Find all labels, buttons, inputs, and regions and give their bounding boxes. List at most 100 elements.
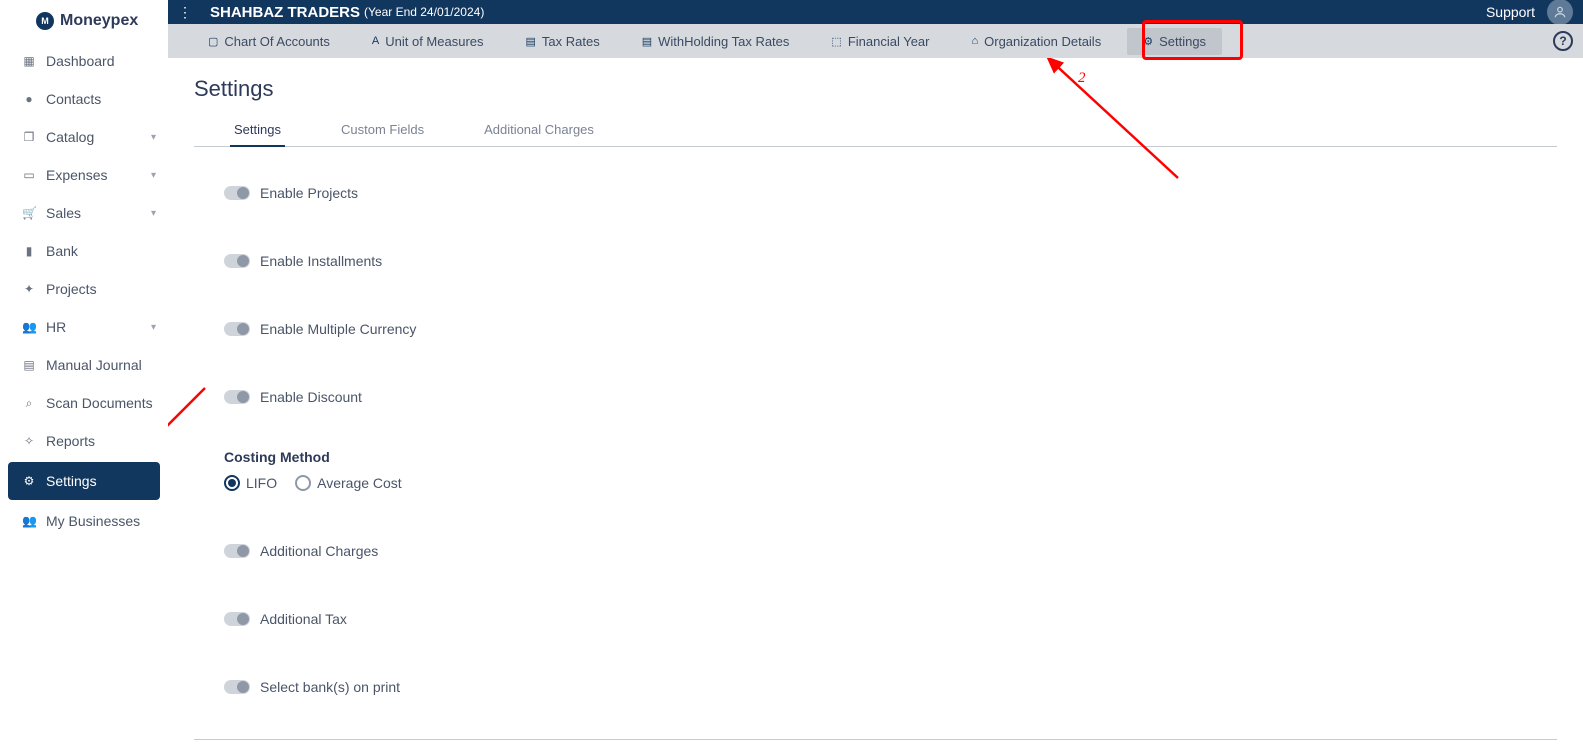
kebab-menu-icon[interactable]: ⋮ bbox=[178, 4, 192, 21]
sidebar-item-expenses[interactable]: ▭ Expenses ▾ bbox=[0, 156, 168, 194]
year-end-text: (Year End 24/01/2024) bbox=[364, 5, 484, 19]
radio-lifo[interactable]: LIFO bbox=[224, 475, 277, 491]
toggle-label: Enable Discount bbox=[260, 389, 362, 405]
setting-row-enable-multiple-currency: Enable Multiple Currency bbox=[224, 313, 1557, 345]
toggle-enable-projects[interactable] bbox=[224, 186, 250, 200]
subtab-label: Financial Year bbox=[848, 34, 930, 49]
manual-journal-icon: ▤ bbox=[22, 358, 36, 372]
radio-label: Average Cost bbox=[317, 475, 402, 491]
support-link[interactable]: Support bbox=[1486, 4, 1535, 20]
sidebar-item-label: HR bbox=[46, 319, 66, 335]
subtab-settings[interactable]: ⚙ Settings bbox=[1127, 28, 1222, 55]
subtab-label: Chart Of Accounts bbox=[224, 34, 330, 49]
inner-tab-custom-fields[interactable]: Custom Fields bbox=[337, 114, 428, 146]
dashboard-icon: ▦ bbox=[22, 54, 36, 68]
hr-icon: 👥 bbox=[22, 320, 36, 334]
sidebar-item-manual-journal[interactable]: ▤ Manual Journal bbox=[0, 346, 168, 384]
subtab-label: Settings bbox=[1159, 34, 1206, 49]
doc-icon: ▤ bbox=[642, 35, 652, 48]
radio-circle-icon bbox=[295, 475, 311, 491]
sidebar-item-label: Manual Journal bbox=[46, 357, 142, 373]
toggle-additional-tax[interactable] bbox=[224, 612, 250, 626]
account-icon: ▢ bbox=[208, 35, 218, 48]
chevron-down-icon: ▾ bbox=[151, 132, 156, 143]
radio-average-cost[interactable]: Average Cost bbox=[295, 475, 402, 491]
annotation-label-1: 1 bbox=[168, 400, 170, 417]
my-businesses-icon: 👥 bbox=[22, 514, 36, 528]
avatar[interactable] bbox=[1547, 0, 1573, 25]
sidebar-item-label: Reports bbox=[46, 433, 95, 449]
setting-row-enable-projects: Enable Projects bbox=[224, 177, 1557, 209]
subtab-chart-of-accounts[interactable]: ▢ Chart Of Accounts bbox=[192, 28, 346, 55]
sidebar-item-my-businesses[interactable]: 👥My Businesses bbox=[0, 502, 168, 540]
inner-tab-settings[interactable]: Settings bbox=[230, 114, 285, 147]
sidebar-item-reports[interactable]: ✧ Reports bbox=[0, 422, 168, 460]
sidebar-item-scan-documents[interactable]: ⌕ Scan Documents bbox=[0, 384, 168, 422]
sidebar-item-label: Catalog bbox=[46, 129, 94, 145]
scan-documents-icon: ⌕ bbox=[22, 396, 36, 411]
subtab-label: Unit of Measures bbox=[385, 34, 483, 49]
content-area: Settings Settings Custom Fields Additional… bbox=[168, 58, 1583, 746]
toggle-select-bank-s-on-print[interactable] bbox=[224, 680, 250, 694]
sidebar-item-label: Scan Documents bbox=[46, 395, 153, 411]
radio-circle-icon bbox=[224, 475, 240, 491]
brand-text: Moneypex bbox=[60, 12, 138, 30]
sidebar-item-catalog[interactable]: ❐ Catalog ▾ bbox=[0, 118, 168, 156]
toggle-enable-multiple-currency[interactable] bbox=[224, 322, 250, 336]
projects-icon: ✦ bbox=[22, 282, 36, 296]
sidebar-item-label: Dashboard bbox=[46, 53, 115, 69]
toggle-enable-discount[interactable] bbox=[224, 390, 250, 404]
subtab-label: Tax Rates bbox=[542, 34, 600, 49]
sidebar-item-bank[interactable]: ▮Bank bbox=[0, 232, 168, 270]
catalog-icon: ❐ bbox=[22, 130, 36, 144]
setting-row-select-bank-s-on-print: Select bank(s) on print bbox=[224, 671, 1557, 703]
logo-icon: M bbox=[36, 12, 54, 30]
toggle-label: Enable Multiple Currency bbox=[260, 321, 416, 337]
chevron-down-icon: ▾ bbox=[151, 170, 156, 181]
contacts-icon: ● bbox=[22, 92, 36, 106]
expenses-icon: ▭ bbox=[22, 168, 36, 182]
costing-method-label: Costing Method bbox=[224, 449, 1557, 465]
sidebar-item-projects[interactable]: ✦ Projects bbox=[0, 270, 168, 308]
inner-tab-additional-charges[interactable]: Additional Charges bbox=[480, 114, 598, 146]
subtab-organization-details[interactable]: ⌂Organization Details bbox=[955, 28, 1117, 55]
setting-row-additional-tax: Additional Tax bbox=[224, 603, 1557, 635]
cash-icon: ⬚ bbox=[831, 35, 841, 48]
sidebar-item-sales[interactable]: 🛒Sales▾ bbox=[0, 194, 168, 232]
sidebar-item-label: Settings bbox=[46, 473, 97, 489]
subtab-bar: ▢Chart Of AccountsAUnit of Measures▤Tax … bbox=[168, 24, 1583, 58]
toggle-label: Additional Tax bbox=[260, 611, 347, 627]
toggle-label: Additional Charges bbox=[260, 543, 378, 559]
subtab-withholding-tax-rates[interactable]: ▤ WithHolding Tax Rates bbox=[626, 28, 806, 55]
sidebar-item-label: Bank bbox=[46, 243, 78, 259]
ruler-icon: A bbox=[372, 35, 379, 47]
setting-row-enable-installments: Enable Installments bbox=[224, 245, 1557, 277]
settings-icon: ⚙ bbox=[22, 474, 36, 488]
sidebar-item-dashboard[interactable]: ▦ Dashboard bbox=[0, 42, 168, 80]
toggle-label: Enable Installments bbox=[260, 253, 382, 269]
subtab-financial-year[interactable]: ⬚ Financial Year bbox=[815, 28, 945, 55]
toggle-enable-installments[interactable] bbox=[224, 254, 250, 268]
org-icon: ⌂ bbox=[971, 35, 978, 47]
sidebar-item-contacts[interactable]: ●Contacts bbox=[0, 80, 168, 118]
toggle-label: Enable Projects bbox=[260, 185, 358, 201]
subtab-label: WithHolding Tax Rates bbox=[658, 34, 789, 49]
setting-row-additional-charges: Additional Charges bbox=[224, 535, 1557, 567]
help-icon[interactable]: ? bbox=[1553, 31, 1573, 51]
sidebar-item-label: Sales bbox=[46, 205, 81, 221]
sidebar-item-label: Expenses bbox=[46, 167, 107, 183]
sales-icon: 🛒 bbox=[22, 206, 36, 220]
cogs-icon: ⚙ bbox=[1143, 35, 1153, 48]
brand-logo: M Moneypex bbox=[0, 8, 168, 42]
sidebar-item-hr[interactable]: 👥 HR ▾ bbox=[0, 308, 168, 346]
inner-tabs: Settings Custom Fields Additional Charges bbox=[194, 114, 1557, 147]
sidebar-item-label: Projects bbox=[46, 281, 97, 297]
reports-icon: ✧ bbox=[22, 434, 36, 448]
toggle-label: Select bank(s) on print bbox=[260, 679, 400, 695]
subtab-tax-rates[interactable]: ▤Tax Rates bbox=[510, 28, 616, 55]
sidebar-item-settings[interactable]: ⚙ Settings bbox=[8, 462, 160, 500]
chevron-down-icon: ▾ bbox=[151, 322, 156, 333]
toggle-additional-charges[interactable] bbox=[224, 544, 250, 558]
setting-row-enable-discount: Enable Discount bbox=[224, 381, 1557, 413]
subtab-unit-of-measures[interactable]: A Unit of Measures bbox=[356, 28, 500, 55]
